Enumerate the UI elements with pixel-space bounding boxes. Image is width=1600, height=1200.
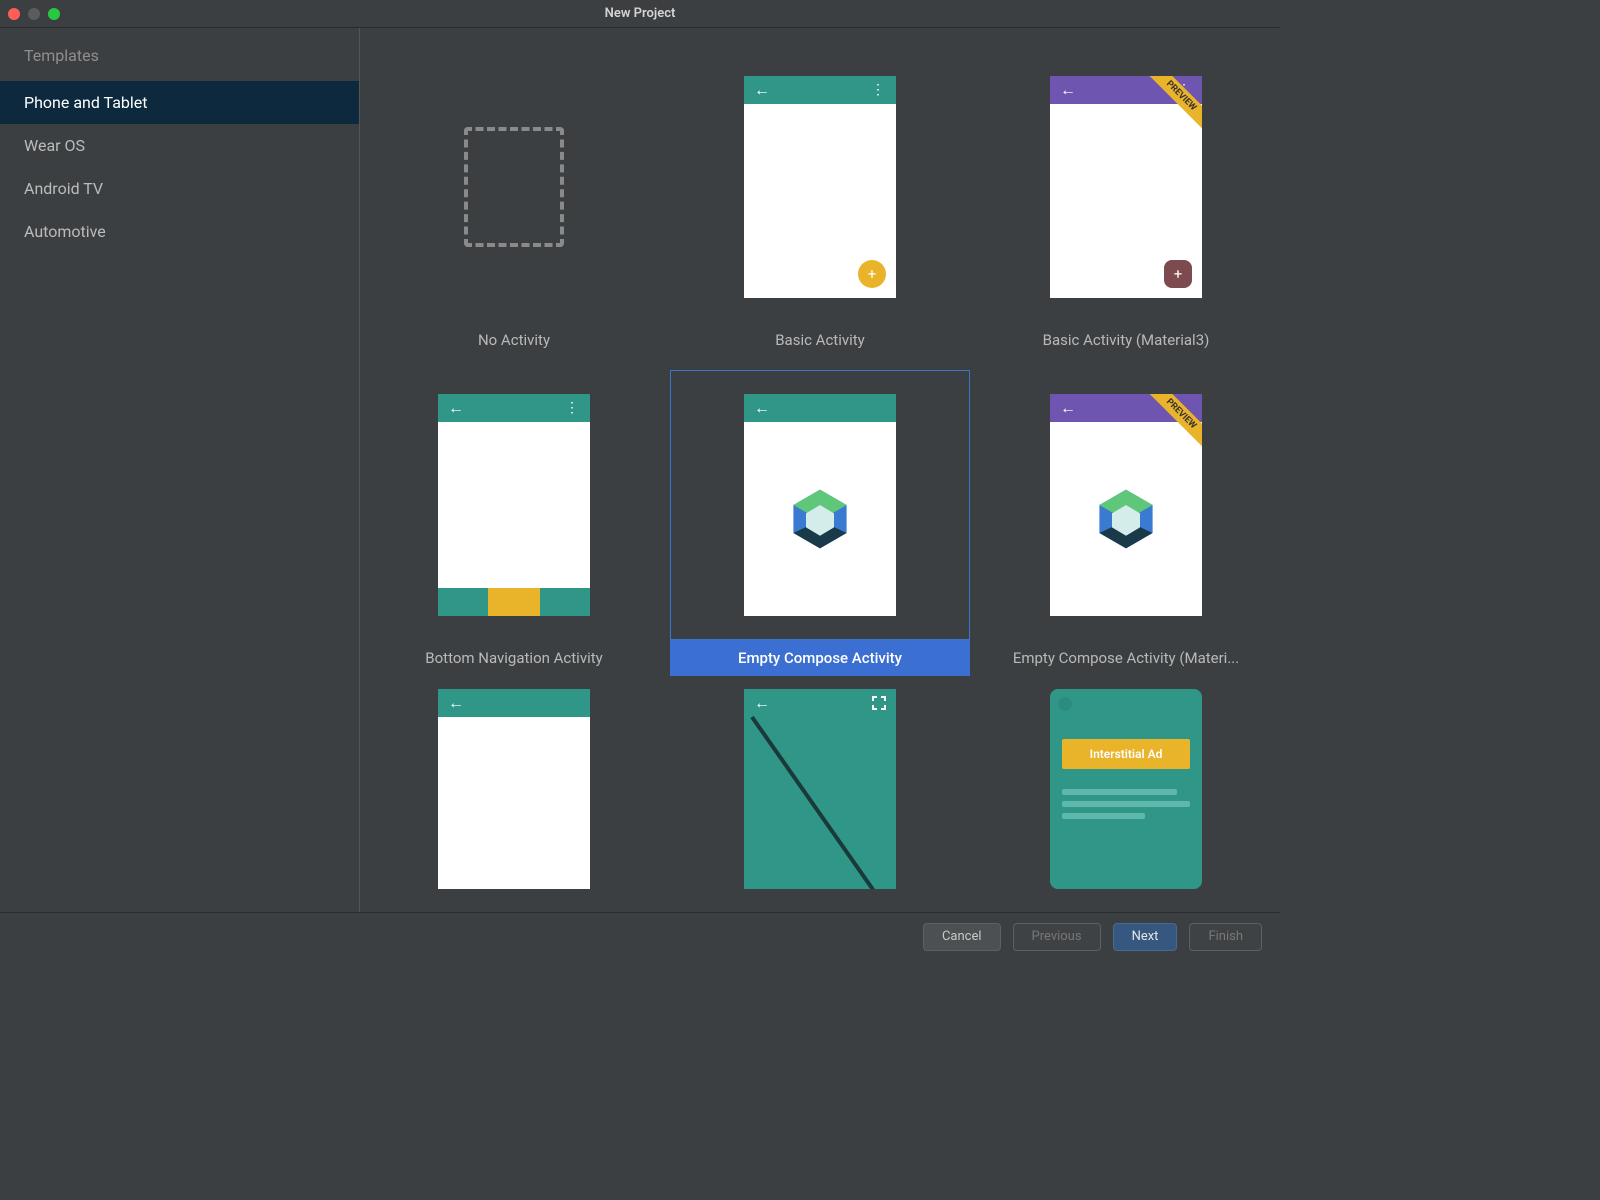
back-arrow-icon: ← [1060, 400, 1076, 416]
template-gallery[interactable]: No Activity ← ⋮ + Basic Activity [360, 28, 1280, 912]
sidebar: Templates Phone and Tablet Wear OS Andro… [0, 28, 360, 912]
finish-button: Finish [1189, 923, 1262, 951]
close-window-icon[interactable] [8, 8, 20, 20]
overflow-menu-icon: ⋮ [565, 400, 580, 416]
compose-logo-icon [1050, 422, 1202, 616]
preview-appbar: ← [744, 394, 896, 422]
template-basic-activity-m3[interactable]: ← ⋮ PREVIEW + Basic Activity (Material3) [976, 52, 1276, 358]
dashed-placeholder-icon [464, 127, 564, 247]
template-label: No Activity [364, 322, 664, 358]
next-button[interactable]: Next [1113, 923, 1178, 951]
fab-add-icon: + [858, 260, 886, 288]
template-label: Bottom Navigation Activity [364, 640, 664, 676]
back-arrow-icon: ← [448, 695, 464, 711]
back-arrow-icon: ← [754, 400, 770, 416]
sidebar-item-android-tv[interactable]: Android TV [0, 167, 359, 210]
compose-logo-icon [744, 422, 896, 616]
window-controls [8, 8, 60, 20]
template-empty-compose[interactable]: ← Empty Compose Acti [670, 370, 970, 676]
window-title: New Project [0, 6, 1280, 21]
template-row3-1[interactable]: ← [364, 688, 664, 888]
preview-bottom-nav [438, 588, 590, 616]
interstitial-ad-label: Interstitial Ad [1062, 739, 1190, 769]
cancel-button[interactable]: Cancel [923, 923, 1001, 951]
preview-appbar: ← ⋮ [744, 76, 896, 104]
placeholder-lines-icon [1062, 789, 1190, 825]
back-arrow-icon: ← [754, 82, 770, 98]
dialog-footer: Cancel Previous Next Finish [0, 912, 1280, 960]
sidebar-item-phone-tablet[interactable]: Phone and Tablet [0, 81, 359, 124]
preview-appbar: ← ⋮ [438, 394, 590, 422]
previous-button: Previous [1013, 923, 1101, 951]
template-row3-3[interactable]: Interstitial Ad [976, 688, 1276, 888]
sidebar-item-wear-os[interactable]: Wear OS [0, 124, 359, 167]
template-row3-2[interactable]: ← [670, 688, 970, 888]
template-label: Basic Activity [670, 322, 970, 358]
diagonal-line-icon [744, 689, 896, 889]
maximize-window-icon[interactable] [48, 8, 60, 20]
back-arrow-icon: ← [1060, 82, 1076, 98]
back-arrow-icon: ← [448, 400, 464, 416]
fab-add-icon: + [1164, 260, 1192, 288]
sidebar-item-automotive[interactable]: Automotive [0, 210, 359, 253]
titlebar: New Project [0, 0, 1280, 28]
template-no-activity[interactable]: No Activity [364, 52, 664, 358]
overflow-menu-icon: ⋮ [871, 82, 886, 98]
preview-appbar: ← [438, 689, 590, 717]
template-bottom-navigation[interactable]: ← ⋮ Bottom Navigation Activity [364, 370, 664, 676]
template-label: Basic Activity (Material3) [976, 322, 1276, 358]
template-label: Empty Compose Activity [670, 640, 970, 676]
template-empty-compose-m3[interactable]: ← PREVIEW [976, 370, 1276, 676]
camera-dot-icon [1058, 697, 1072, 711]
sidebar-header: Templates [0, 36, 359, 81]
template-label: Empty Compose Activity (Materi... [976, 640, 1276, 676]
minimize-window-icon[interactable] [28, 8, 40, 20]
template-basic-activity[interactable]: ← ⋮ + Basic Activity [670, 52, 970, 358]
